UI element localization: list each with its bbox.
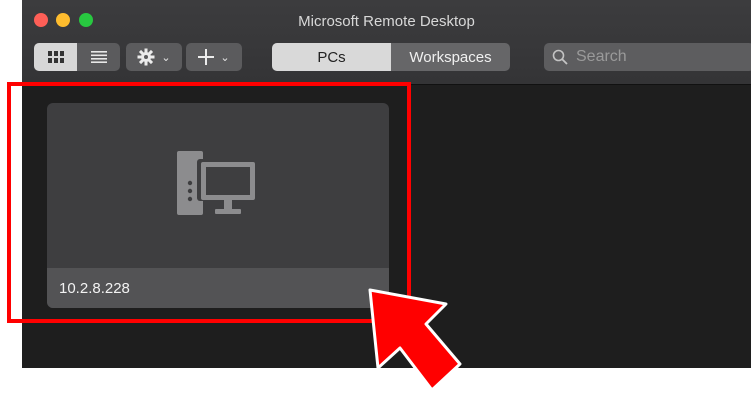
chevron-down-icon: ⌄ [220,51,230,64]
pcs-workspaces-tabs: PCs Workspaces [272,43,510,71]
grid-view-button[interactable] [34,43,77,71]
list-view-button[interactable] [77,43,120,71]
chevron-down-icon: ⌄ [161,51,171,64]
search-icon [552,49,568,65]
grid-icon [47,51,64,63]
tab-pcs[interactable]: PCs [272,43,391,71]
title-bar: Microsoft Remote Desktop ⌄ ⌄ PCs Workspa… [22,0,751,85]
pointer-arrow [368,288,462,392]
search-input[interactable] [574,47,738,67]
view-mode-control [34,43,120,71]
settings-menu-button[interactable]: ⌄ [126,43,182,71]
highlight-box [7,82,411,323]
add-menu-button[interactable]: ⌄ [186,43,242,71]
window-title: Microsoft Remote Desktop [298,13,475,30]
tab-workspaces[interactable]: Workspaces [391,43,510,71]
gear-icon [137,48,155,66]
list-icon [90,51,107,63]
plus-icon [198,49,215,65]
search-field[interactable] [544,43,751,71]
